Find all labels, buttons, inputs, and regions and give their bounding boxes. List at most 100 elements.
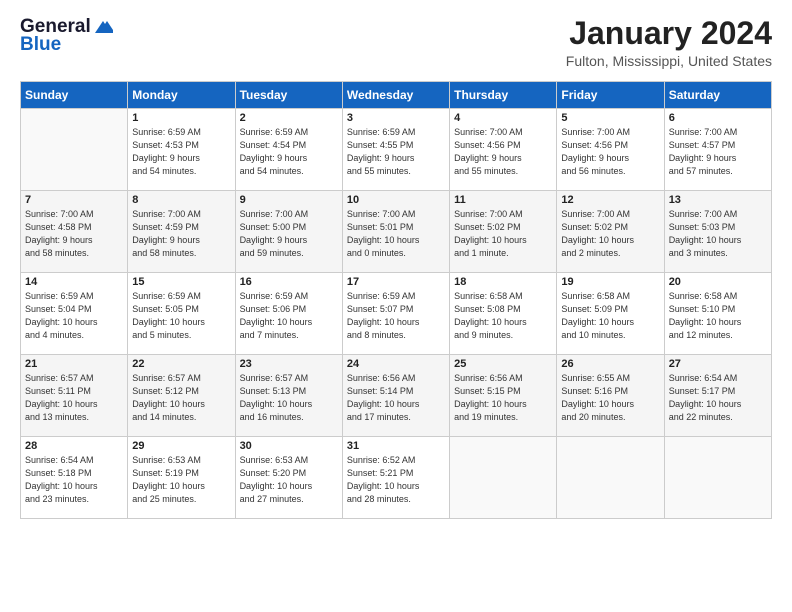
day-number: 4: [454, 112, 552, 124]
day-cell: 30 Sunrise: 6:53 AMSunset: 5:20 PMDayligh…: [235, 437, 342, 519]
day-number: 6: [669, 112, 767, 124]
logo: General Blue: [20, 16, 113, 56]
day-number: 20: [669, 276, 767, 288]
day-cell: 15 Sunrise: 6:59 AMSunset: 5:05 PMDayligh…: [128, 273, 235, 355]
week-row-1: 1Sunrise: 6:59 AMSunset: 4:53 PMDaylight…: [21, 109, 772, 191]
day-number: 19: [561, 276, 659, 288]
day-header-thursday: Thursday: [450, 82, 557, 109]
day-info: Sunrise: 6:58 AMSunset: 5:09 PMDaylight:…: [561, 290, 659, 342]
day-number: 24: [347, 358, 445, 370]
day-info: Sunrise: 6:57 AMSunset: 5:12 PMDaylight:…: [132, 372, 230, 424]
day-info: Sunrise: 7:00 AMSunset: 5:00 PMDaylight:…: [240, 208, 338, 260]
logo-blue: Blue: [20, 34, 61, 56]
calendar-body: 1Sunrise: 6:59 AMSunset: 4:53 PMDaylight…: [21, 109, 772, 519]
day-cell: 18 Sunrise: 6:58 AMSunset: 5:08 PMDayligh…: [450, 273, 557, 355]
day-cell: 19 Sunrise: 6:58 AMSunset: 5:09 PMDayligh…: [557, 273, 664, 355]
day-cell: 9 Sunrise: 7:00 AMSunset: 5:00 PMDaylight…: [235, 191, 342, 273]
day-cell: [664, 437, 771, 519]
day-cell: 26Sunrise: 6:55 AMSunset: 5:16 PMDayligh…: [557, 355, 664, 437]
day-info: Sunrise: 6:57 AMSunset: 5:13 PMDaylight:…: [240, 372, 338, 424]
day-info: Sunrise: 6:56 AMSunset: 5:15 PMDaylight:…: [454, 372, 552, 424]
calendar-subtitle: Fulton, Mississippi, United States: [566, 53, 772, 69]
day-number: 3: [347, 112, 445, 124]
day-cell: 11Sunrise: 7:00 AMSunset: 5:02 PMDayligh…: [450, 191, 557, 273]
day-number: 21: [25, 358, 123, 370]
week-row-2: 7 Sunrise: 7:00 AMSunset: 4:58 PMDaylight…: [21, 191, 772, 273]
day-number: 9: [240, 194, 338, 206]
week-row-3: 14Sunrise: 6:59 AMSunset: 5:04 PMDayligh…: [21, 273, 772, 355]
day-info: Sunrise: 6:59 AMSunset: 4:55 PMDaylight:…: [347, 126, 445, 178]
day-info: Sunrise: 6:58 AMSunset: 5:10 PMDaylight:…: [669, 290, 767, 342]
day-info: Sunrise: 7:00 AMSunset: 5:03 PMDaylight:…: [669, 208, 767, 260]
day-header-sunday: Sunday: [21, 82, 128, 109]
day-cell: [557, 437, 664, 519]
header: General Blue January 2024 Fulton, Missis…: [20, 16, 772, 69]
day-number: 8: [132, 194, 230, 206]
day-info: Sunrise: 7:00 AMSunset: 5:02 PMDaylight:…: [561, 208, 659, 260]
day-info: Sunrise: 7:00 AMSunset: 5:02 PMDaylight:…: [454, 208, 552, 260]
calendar-table: SundayMondayTuesdayWednesdayThursdayFrid…: [20, 81, 772, 519]
day-cell: [450, 437, 557, 519]
day-number: 28: [25, 440, 123, 452]
day-info: Sunrise: 6:59 AMSunset: 5:06 PMDaylight:…: [240, 290, 338, 342]
calendar-header-row: SundayMondayTuesdayWednesdayThursdayFrid…: [21, 82, 772, 109]
day-number: 16: [240, 276, 338, 288]
day-header-wednesday: Wednesday: [342, 82, 449, 109]
day-number: 30: [240, 440, 338, 452]
day-info: Sunrise: 7:00 AMSunset: 4:58 PMDaylight:…: [25, 208, 123, 260]
day-cell: 3 Sunrise: 6:59 AMSunset: 4:55 PMDaylight…: [342, 109, 449, 191]
day-cell: 1Sunrise: 6:59 AMSunset: 4:53 PMDaylight…: [128, 109, 235, 191]
day-number: 27: [669, 358, 767, 370]
day-number: 5: [561, 112, 659, 124]
day-info: Sunrise: 7:00 AMSunset: 4:56 PMDaylight:…: [561, 126, 659, 178]
day-number: 14: [25, 276, 123, 288]
day-number: 26: [561, 358, 659, 370]
day-cell: 4 Sunrise: 7:00 AMSunset: 4:56 PMDaylight…: [450, 109, 557, 191]
day-info: Sunrise: 7:00 AMSunset: 4:56 PMDaylight:…: [454, 126, 552, 178]
day-number: 18: [454, 276, 552, 288]
day-header-friday: Friday: [557, 82, 664, 109]
day-number: 25: [454, 358, 552, 370]
day-number: 13: [669, 194, 767, 206]
day-number: 10: [347, 194, 445, 206]
day-number: 31: [347, 440, 445, 452]
day-number: 22: [132, 358, 230, 370]
day-cell: 24 Sunrise: 6:56 AMSunset: 5:14 PMDayligh…: [342, 355, 449, 437]
day-cell: [21, 109, 128, 191]
day-number: 7: [25, 194, 123, 206]
day-header-monday: Monday: [128, 82, 235, 109]
day-cell: 23 Sunrise: 6:57 AMSunset: 5:13 PMDayligh…: [235, 355, 342, 437]
day-number: 12: [561, 194, 659, 206]
week-row-5: 28 Sunrise: 6:54 AMSunset: 5:18 PMDayligh…: [21, 437, 772, 519]
day-info: Sunrise: 6:54 AMSunset: 5:18 PMDaylight:…: [25, 454, 123, 506]
logo-icon: [93, 19, 113, 35]
day-info: Sunrise: 6:53 AMSunset: 5:20 PMDaylight:…: [240, 454, 338, 506]
day-cell: 17Sunrise: 6:59 AMSunset: 5:07 PMDayligh…: [342, 273, 449, 355]
day-info: Sunrise: 6:59 AMSunset: 4:54 PMDaylight:…: [240, 126, 338, 178]
day-info: Sunrise: 6:56 AMSunset: 5:14 PMDaylight:…: [347, 372, 445, 424]
day-cell: 21 Sunrise: 6:57 AMSunset: 5:11 PMDayligh…: [21, 355, 128, 437]
day-info: Sunrise: 6:52 AMSunset: 5:21 PMDaylight:…: [347, 454, 445, 506]
day-cell: 16 Sunrise: 6:59 AMSunset: 5:06 PMDayligh…: [235, 273, 342, 355]
day-info: Sunrise: 7:00 AMSunset: 4:57 PMDaylight:…: [669, 126, 767, 178]
day-number: 1: [132, 112, 230, 124]
day-cell: 20 Sunrise: 6:58 AMSunset: 5:10 PMDayligh…: [664, 273, 771, 355]
day-cell: 7 Sunrise: 7:00 AMSunset: 4:58 PMDaylight…: [21, 191, 128, 273]
day-cell: 29Sunrise: 6:53 AMSunset: 5:19 PMDayligh…: [128, 437, 235, 519]
calendar-title: January 2024: [566, 16, 772, 51]
day-info: Sunrise: 6:53 AMSunset: 5:19 PMDaylight:…: [132, 454, 230, 506]
day-number: 23: [240, 358, 338, 370]
day-info: Sunrise: 6:59 AMSunset: 5:07 PMDaylight:…: [347, 290, 445, 342]
day-header-tuesday: Tuesday: [235, 82, 342, 109]
day-cell: 6 Sunrise: 7:00 AMSunset: 4:57 PMDaylight…: [664, 109, 771, 191]
day-cell: 13 Sunrise: 7:00 AMSunset: 5:03 PMDayligh…: [664, 191, 771, 273]
day-cell: 28 Sunrise: 6:54 AMSunset: 5:18 PMDayligh…: [21, 437, 128, 519]
day-info: Sunrise: 6:58 AMSunset: 5:08 PMDaylight:…: [454, 290, 552, 342]
day-info: Sunrise: 7:00 AMSunset: 5:01 PMDaylight:…: [347, 208, 445, 260]
day-number: 15: [132, 276, 230, 288]
day-info: Sunrise: 6:57 AMSunset: 5:11 PMDaylight:…: [25, 372, 123, 424]
day-cell: 25 Sunrise: 6:56 AMSunset: 5:15 PMDayligh…: [450, 355, 557, 437]
day-info: Sunrise: 6:59 AMSunset: 5:05 PMDaylight:…: [132, 290, 230, 342]
day-cell: 10 Sunrise: 7:00 AMSunset: 5:01 PMDayligh…: [342, 191, 449, 273]
calendar-container: General Blue January 2024 Fulton, Missis…: [0, 0, 792, 529]
